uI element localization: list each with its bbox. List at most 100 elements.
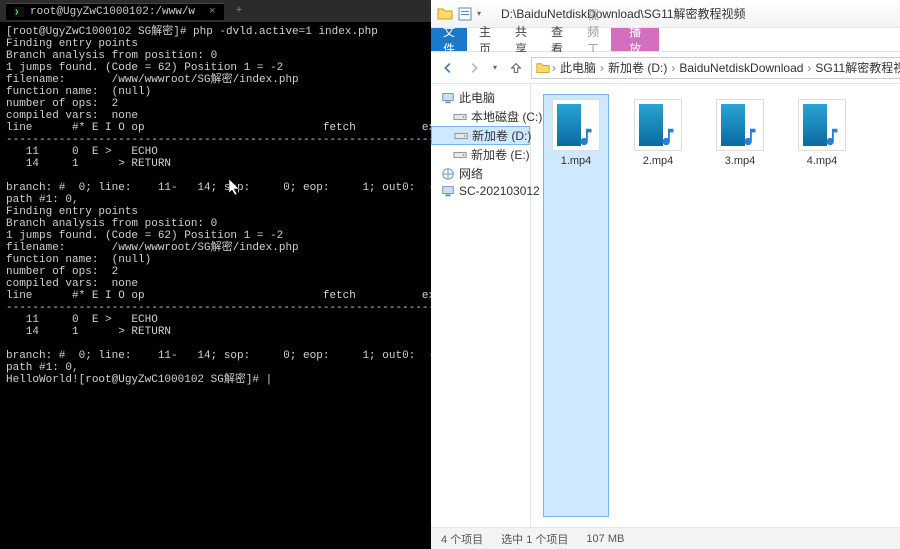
terminal-line: path #1: 0, (6, 362, 425, 374)
breadcrumb-segment[interactable]: SG11解密教程视频 (813, 59, 900, 76)
breadcrumb-segment[interactable]: 此电脑 (558, 59, 598, 76)
terminal-window: root@UgyZwC1000102:/www/w × + [root@UgyZ… (0, 0, 431, 549)
music-note-icon (657, 126, 679, 148)
properties-icon[interactable] (457, 6, 473, 22)
terminal-titlebar[interactable]: root@UgyZwC1000102:/www/w × + (0, 0, 431, 22)
terminal-line (6, 338, 425, 350)
video-thumbnail (552, 99, 600, 151)
folder-icon (536, 61, 550, 75)
terminal-line: compiled vars: none (6, 110, 425, 122)
terminal-line: 1 jumps found. (Code = 62) Position 1 = … (6, 62, 425, 74)
terminal-line: HelloWorld![root@UgyZwC1000102 SG解密]# | (6, 374, 425, 386)
music-note-icon (575, 126, 597, 148)
terminal-line: ----------------------------------------… (6, 302, 425, 314)
music-note-icon (739, 126, 761, 148)
terminal-line: number of ops: 2 (6, 266, 425, 278)
terminal-line: Branch analysis from position: 0 (6, 218, 425, 230)
new-tab-button[interactable]: + (230, 5, 249, 17)
tree-label: 新加卷 (D:) (472, 127, 531, 144)
breadcrumb-segment[interactable]: 新加卷 (D:) (606, 59, 669, 76)
tree-item-drive-d[interactable]: 新加卷 (D:) (431, 126, 530, 145)
file-item[interactable]: 4.mp4 (789, 94, 855, 517)
terminal-line: filename: /www/wwwroot/SG解密/index.php (6, 242, 425, 254)
terminal-line: branch: # 0; line: 11- 14; sop: 0; eop: … (6, 350, 425, 362)
qat-dropdown-icon[interactable]: ▾ (477, 9, 481, 18)
chevron-right-icon[interactable]: › (671, 61, 675, 75)
terminal-line: filename: /www/wwwroot/SG解密/index.php (6, 74, 425, 86)
terminal-line: 11 0 E > ECHO (6, 146, 425, 158)
file-name: 1.mp4 (548, 155, 604, 167)
ribbon-tab-home[interactable]: 主页 (467, 28, 503, 51)
file-item[interactable]: 3.mp4 (707, 94, 773, 517)
video-thumbnail (716, 99, 764, 151)
drive-icon (454, 129, 468, 143)
explorer-titlebar[interactable]: ▾ D:\BaiduNetdiskDownload\SG11解密教程视频 (431, 0, 900, 28)
status-bar: 4 个项目 选中 1 个项目 107 MB (431, 527, 900, 549)
terminal-line: function name: (null) (6, 86, 425, 98)
ribbon-tab-play[interactable]: 播放 (611, 28, 659, 51)
terminal-line: Finding entry points (6, 38, 425, 50)
chevron-right-icon[interactable]: › (807, 61, 811, 75)
file-item[interactable]: 1.mp4 (543, 94, 609, 517)
ribbon-tab-share[interactable]: 共享 (503, 28, 539, 51)
network-icon (441, 167, 455, 181)
ribbon-tab-video-tools: 视频工具 (575, 28, 611, 51)
tree-label: 新加卷 (E:) (471, 146, 530, 163)
file-list[interactable]: 1.mp4 2.mp4 3.mp4 4.mp4 (531, 84, 900, 527)
drive-icon (453, 110, 467, 124)
tree-label: SC-202103012 (459, 184, 540, 198)
terminal-icon (14, 7, 24, 17)
close-icon[interactable]: × (209, 6, 216, 18)
ribbon-tab-file[interactable]: 文件 (431, 28, 467, 51)
terminal-line: compiled vars: none (6, 278, 425, 290)
nav-history-dropdown[interactable]: ▾ (489, 57, 501, 79)
breadcrumb-segment[interactable]: BaiduNetdiskDownload (677, 61, 805, 75)
ribbon-tab-view[interactable]: 查看 (539, 28, 575, 51)
terminal-line: Branch analysis from position: 0 (6, 50, 425, 62)
file-explorer-window: ▾ D:\BaiduNetdiskDownload\SG11解密教程视频 文件 … (431, 0, 900, 549)
tree-item-network[interactable]: 网络 (431, 164, 530, 183)
status-selected: 选中 1 个项目 (501, 531, 568, 547)
status-count: 4 个项目 (441, 531, 483, 547)
nav-up-button[interactable] (505, 57, 527, 79)
folder-icon (437, 6, 453, 22)
file-name: 3.mp4 (712, 155, 768, 167)
tree-item-drive-e[interactable]: 新加卷 (E:) (431, 145, 530, 164)
video-thumbnail (798, 99, 846, 151)
terminal-line: line #* E I O op fetch ext re (6, 290, 425, 302)
window-title: D:\BaiduNetdiskDownload\SG11解密教程视频 (501, 5, 746, 22)
terminal-line: 14 1 > RETURN (6, 326, 425, 338)
address-bar: ▾ › 此电脑 › 新加卷 (D:) › BaiduNetdiskDownloa… (431, 52, 900, 84)
chevron-right-icon[interactable]: › (552, 61, 556, 75)
tree-item-remote[interactable]: SC-202103012 (431, 183, 530, 199)
terminal-line: function name: (null) (6, 254, 425, 266)
terminal-line: number of ops: 2 (6, 98, 425, 110)
video-thumbnail (634, 99, 682, 151)
file-item[interactable]: 2.mp4 (625, 94, 691, 517)
chevron-right-icon[interactable]: › (600, 61, 604, 75)
terminal-line: [root@UgyZwC1000102 SG解密]# php -dvld.act… (6, 26, 425, 38)
terminal-tab-title: root@UgyZwC1000102:/www/w (30, 6, 195, 18)
navigation-tree[interactable]: 此电脑 本地磁盘 (C:) 新加卷 (D:) 新加卷 (E:) 网络 (431, 84, 531, 527)
file-name: 4.mp4 (794, 155, 850, 167)
file-name: 2.mp4 (630, 155, 686, 167)
terminal-line: line #* E I O op fetch ext re (6, 122, 425, 134)
terminal-line: 11 0 E > ECHO (6, 314, 425, 326)
tree-label: 此电脑 (459, 89, 495, 106)
computer-icon (441, 91, 455, 105)
terminal-line: branch: # 0; line: 11- 14; sop: 0; eop: … (6, 182, 425, 194)
terminal-line: path #1: 0, (6, 194, 425, 206)
terminal-output[interactable]: [root@UgyZwC1000102 SG解密]# php -dvld.act… (0, 22, 431, 390)
music-note-icon (821, 126, 843, 148)
nav-back-button[interactable] (437, 57, 459, 79)
tree-item-this-pc[interactable]: 此电脑 (431, 88, 530, 107)
breadcrumb[interactable]: › 此电脑 › 新加卷 (D:) › BaiduNetdiskDownload … (531, 57, 900, 79)
nav-forward-button[interactable] (463, 57, 485, 79)
terminal-line: ----------------------------------------… (6, 134, 425, 146)
terminal-tab[interactable]: root@UgyZwC1000102:/www/w × (6, 3, 224, 20)
tree-item-drive-c[interactable]: 本地磁盘 (C:) (431, 107, 530, 126)
terminal-line (6, 170, 425, 182)
tree-label: 网络 (459, 165, 483, 182)
drive-icon (453, 148, 467, 162)
terminal-line: 14 1 > RETURN (6, 158, 425, 170)
